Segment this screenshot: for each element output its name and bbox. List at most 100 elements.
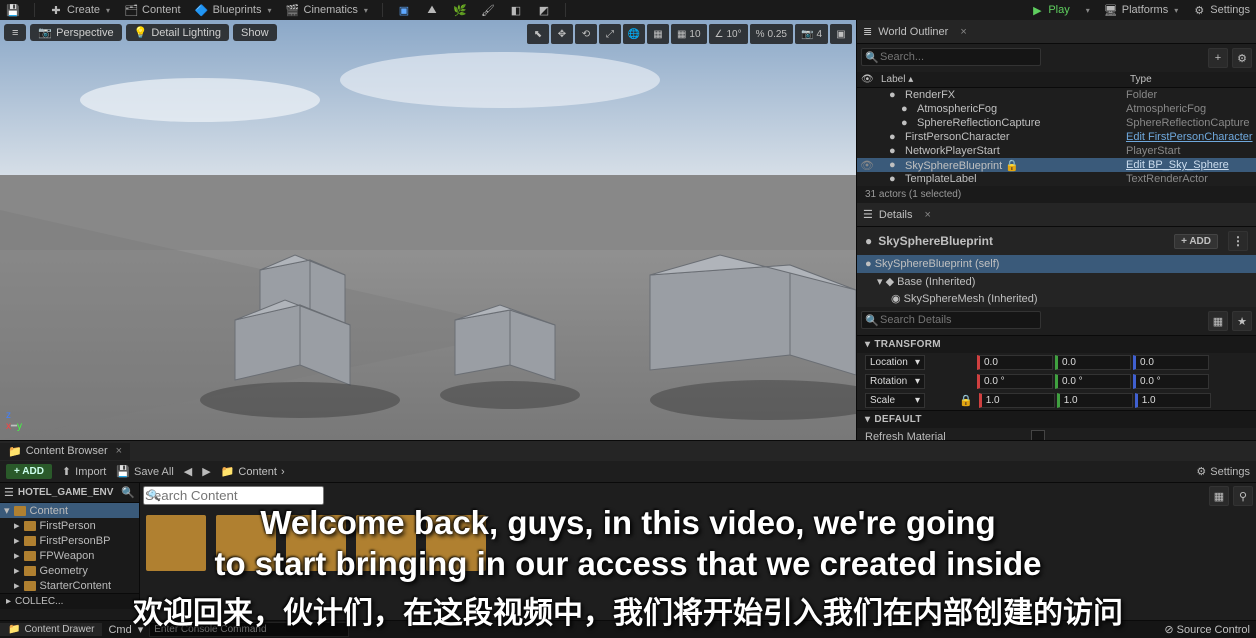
location-dropdown[interactable]: Location▾ bbox=[865, 355, 925, 370]
rotation-dropdown[interactable]: Rotation▾ bbox=[865, 374, 925, 389]
details-tab[interactable]: Details bbox=[879, 209, 913, 221]
mode-brush-icon[interactable]: 🖌 bbox=[481, 3, 495, 17]
tree-toggle-icon[interactable]: ☰ bbox=[4, 486, 14, 499]
add-component-button[interactable]: + ADD bbox=[1174, 234, 1218, 249]
refresh-material-checkbox[interactable] bbox=[1031, 430, 1045, 440]
blueprints-button[interactable]: 🔷Blueprints bbox=[195, 3, 272, 17]
move-tool-icon[interactable]: ✥ bbox=[551, 24, 573, 44]
scale-z-input[interactable]: 1.0 bbox=[1135, 393, 1211, 408]
cb-forward-icon[interactable]: ▶ bbox=[202, 465, 210, 478]
perspective-button[interactable]: 📷Perspective bbox=[30, 24, 121, 41]
close-details-icon[interactable]: × bbox=[925, 209, 931, 221]
tree-search-icon[interactable]: 🔍 bbox=[121, 486, 135, 499]
mode-extra-icon[interactable]: ◩ bbox=[537, 3, 551, 17]
scale-snap-button[interactable]: % 0.25 bbox=[750, 24, 793, 44]
camera-speed-button[interactable]: 📷 4 bbox=[795, 24, 828, 44]
tree-item[interactable]: ▸ FirstPersonBP bbox=[0, 533, 139, 548]
select-tool-icon[interactable]: ⬉ bbox=[527, 24, 549, 44]
rotation-y-input[interactable]: 0.0 ° bbox=[1055, 374, 1131, 389]
cb-back-icon[interactable]: ◀ bbox=[184, 465, 192, 478]
coord-space-icon[interactable]: 🌐 bbox=[623, 24, 645, 44]
mode-select-icon[interactable]: ▣ bbox=[397, 3, 411, 17]
details-grid-icon[interactable]: ▦ bbox=[1208, 311, 1228, 331]
console-input[interactable] bbox=[149, 622, 349, 637]
tree-item[interactable]: ▸ StarterContent bbox=[0, 578, 139, 593]
tree-item[interactable]: ▸ FirstPerson bbox=[0, 518, 139, 533]
tree-item[interactable]: ▸ Geometry bbox=[0, 563, 139, 578]
location-x-input[interactable]: 0.0 bbox=[977, 355, 1053, 370]
play-button[interactable]: ▶Play bbox=[1030, 3, 1069, 17]
lighting-mode-button[interactable]: 💡Detail Lighting bbox=[126, 24, 229, 41]
content-browser-tab[interactable]: 📁 Content Browser× bbox=[0, 443, 130, 460]
outliner-type[interactable]: Edit BP_Sky_Sphere bbox=[1126, 159, 1256, 171]
settings-button[interactable]: ⚙Settings bbox=[1192, 3, 1250, 17]
outliner-row[interactable]: ●FirstPersonCharacter Edit FirstPersonCh… bbox=[857, 130, 1256, 144]
folder-thumbnail[interactable] bbox=[146, 515, 206, 571]
details-menu-icon[interactable]: ⋮ bbox=[1228, 231, 1248, 251]
viewport-menu-button[interactable]: ≡ bbox=[4, 24, 26, 41]
outliner-row[interactable]: ●TemplateLabel TextRenderActor bbox=[857, 172, 1256, 186]
location-y-input[interactable]: 0.0 bbox=[1055, 355, 1131, 370]
surface-snap-icon[interactable]: ▦ bbox=[647, 24, 669, 44]
folder-thumbnail[interactable] bbox=[216, 515, 276, 571]
mode-landscape-icon[interactable]: ⛰ bbox=[425, 3, 439, 17]
viewport-maximize-icon[interactable]: ▣ bbox=[830, 24, 852, 44]
platforms-button[interactable]: 🖥Platforms bbox=[1104, 3, 1178, 17]
tree-item[interactable]: ▸ FPWeapon bbox=[0, 548, 139, 563]
collections-button[interactable]: ▸ COLLEC... bbox=[0, 593, 139, 609]
save-icon[interactable]: 💾 bbox=[6, 3, 20, 17]
tree-root-content[interactable]: ▾ Content bbox=[0, 503, 139, 518]
angle-snap-button[interactable]: ∠ 10° bbox=[709, 24, 748, 44]
rotate-tool-icon[interactable]: ⟲ bbox=[575, 24, 597, 44]
viewport-scene[interactable] bbox=[0, 20, 856, 440]
cb-settings-button[interactable]: ⚙ Settings bbox=[1196, 465, 1250, 478]
outliner-filter-icon[interactable]: ⚙ bbox=[1232, 48, 1252, 68]
viewport[interactable]: ≡ 📷Perspective 💡Detail Lighting Show ⬉ ✥… bbox=[0, 20, 856, 440]
outliner-row[interactable]: ●AtmosphericFog AtmosphericFog bbox=[857, 102, 1256, 116]
lock-scale-icon[interactable]: 🔒 bbox=[959, 394, 973, 407]
close-outliner-icon[interactable]: × bbox=[960, 26, 966, 38]
cinematics-button[interactable]: 🎬Cinematics bbox=[286, 3, 368, 17]
scale-dropdown[interactable]: Scale▾ bbox=[865, 393, 925, 408]
content-drawer-tab[interactable]: 📁 Content Drawer bbox=[0, 623, 102, 636]
outliner-search-input[interactable] bbox=[861, 48, 1041, 66]
close-cb-icon[interactable]: × bbox=[116, 445, 122, 457]
outliner-row[interactable]: ●NetworkPlayerStart PlayerStart bbox=[857, 144, 1256, 158]
details-search-input[interactable] bbox=[861, 311, 1041, 329]
grid-snap-button[interactable]: ▦ 10 bbox=[671, 24, 707, 44]
outliner-row[interactable]: ●RenderFX Folder bbox=[857, 88, 1256, 102]
outliner-add-icon[interactable]: + bbox=[1208, 48, 1228, 68]
rotation-x-input[interactable]: 0.0 ° bbox=[977, 374, 1053, 389]
details-fav-icon[interactable]: ★ bbox=[1232, 311, 1252, 331]
cb-filter-icon[interactable]: ⚲ bbox=[1233, 486, 1253, 506]
scale-tool-icon[interactable]: ⤢ bbox=[599, 24, 621, 44]
cb-saveall-button[interactable]: 💾 Save All bbox=[116, 465, 173, 478]
cb-import-button[interactable]: ⬆ Import bbox=[62, 465, 106, 478]
breadcrumb-content[interactable]: Content bbox=[238, 466, 277, 478]
create-button[interactable]: ✚Create bbox=[49, 3, 110, 17]
rotation-z-input[interactable]: 0.0 ° bbox=[1133, 374, 1209, 389]
folder-thumbnail[interactable] bbox=[286, 515, 346, 571]
cb-search-input[interactable] bbox=[143, 486, 324, 505]
outliner-row[interactable]: ●SphereReflectionCapture SphereReflectio… bbox=[857, 116, 1256, 130]
scale-x-input[interactable]: 1.0 bbox=[979, 393, 1055, 408]
outliner-type[interactable]: Edit FirstPersonCharacter bbox=[1126, 131, 1256, 143]
source-control-button[interactable]: ⊘ Source Control bbox=[1164, 623, 1250, 636]
folder-thumbnail[interactable] bbox=[356, 515, 416, 571]
scale-y-input[interactable]: 1.0 bbox=[1057, 393, 1133, 408]
cb-grid-icon[interactable]: ▦ bbox=[1209, 486, 1229, 506]
mode-mesh-icon[interactable]: ◧ bbox=[509, 3, 523, 17]
folder-thumbnail[interactable] bbox=[426, 515, 486, 571]
content-button[interactable]: 🗂Content bbox=[124, 3, 181, 17]
mode-foliage-icon[interactable]: 🌿 bbox=[453, 3, 467, 17]
location-z-input[interactable]: 0.0 bbox=[1133, 355, 1209, 370]
component-self[interactable]: ● SkySphereBlueprint (self) bbox=[857, 255, 1256, 273]
component-base[interactable]: ▾ ◆ Base (Inherited) bbox=[857, 273, 1256, 290]
play-options-icon[interactable] bbox=[1084, 4, 1090, 16]
outliner-row[interactable]: 👁 ●SkySphereBlueprint 🔒 Edit BP_Sky_Sphe… bbox=[857, 158, 1256, 172]
visibility-icon[interactable]: 👁 bbox=[857, 159, 877, 172]
show-button[interactable]: Show bbox=[233, 24, 277, 41]
default-section[interactable]: ▾ DEFAULT bbox=[857, 410, 1256, 428]
world-outliner-tab[interactable]: World Outliner bbox=[878, 26, 948, 38]
component-mesh[interactable]: ◉ SkySphereMesh (Inherited) bbox=[857, 290, 1256, 307]
